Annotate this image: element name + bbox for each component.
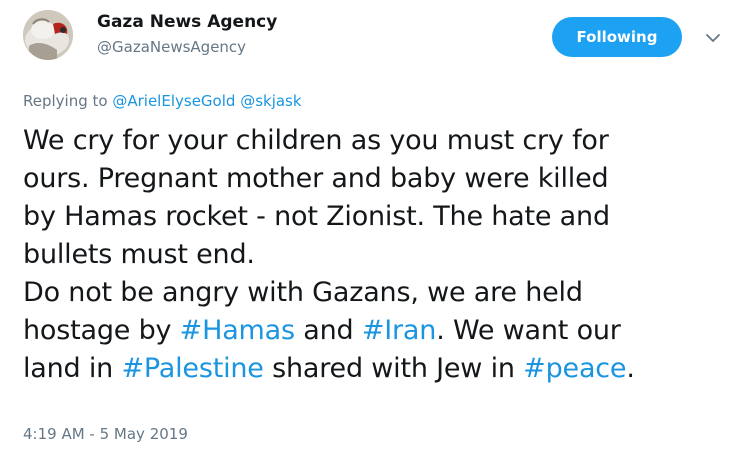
profile-avatar[interactable]: [23, 10, 73, 60]
tweet-text-segment: by Hamas rocket - not Zionist. The hate …: [23, 201, 610, 232]
mention-link[interactable]: @ArielElyseGold: [112, 92, 235, 110]
tweet-text-line: Do not be angry with Gazans, we are held: [23, 274, 735, 312]
tweet-text-segment: .: [626, 353, 635, 384]
tweet-text-segment: . We want our: [436, 315, 621, 346]
display-name[interactable]: Gaza News Agency: [97, 12, 277, 32]
tweet-text-segment: ours. Pregnant mother and baby were kill…: [23, 163, 609, 194]
tweet-card: Gaza News Agency @GazaNewsAgency Followi…: [0, 0, 742, 455]
tweet-text-segment: Do not be angry with Gazans, we are held: [23, 277, 583, 308]
hashtag-link[interactable]: #Iran: [362, 315, 437, 346]
hashtag-link[interactable]: #Palestine: [121, 353, 263, 384]
hashtag-link[interactable]: #Hamas: [180, 315, 295, 346]
user-handle[interactable]: @GazaNewsAgency: [97, 38, 246, 56]
following-button[interactable]: Following: [552, 17, 682, 57]
replying-to-label: Replying to: [23, 92, 108, 110]
tweet-timestamp[interactable]: 4:19 AM - 5 May 2019: [23, 425, 188, 443]
tweet-text-line: land in #Palestine shared with Jew in #p…: [23, 350, 735, 388]
tweet-text-line: hostage by #Hamas and #Iran. We want our: [23, 312, 735, 350]
tweet-text-line: by Hamas rocket - not Zionist. The hate …: [23, 198, 735, 236]
tweet-text-line: ours. Pregnant mother and baby were kill…: [23, 160, 735, 198]
tweet-text-segment: bullets must end.: [23, 239, 255, 270]
avatar-image: [23, 10, 73, 60]
tweet-text-segment: land in: [23, 353, 122, 384]
tweet-text: We cry for your children as you must cry…: [23, 122, 735, 388]
tweet-text-segment: shared with Jew in: [263, 353, 524, 384]
replying-to-line: Replying to @ArielElyseGold @skjask: [23, 92, 302, 110]
tweet-text-line: bullets must end.: [23, 236, 735, 274]
tweet-text-segment: We cry for your children as you must cry…: [23, 125, 609, 156]
tweet-text-segment: and: [294, 315, 362, 346]
tweet-text-segment: hostage by: [23, 315, 180, 346]
mention-link[interactable]: @skjask: [240, 92, 301, 110]
tweet-text-line: We cry for your children as you must cry…: [23, 122, 735, 160]
chevron-down-icon[interactable]: [704, 30, 722, 44]
hashtag-link[interactable]: #peace: [523, 353, 626, 384]
